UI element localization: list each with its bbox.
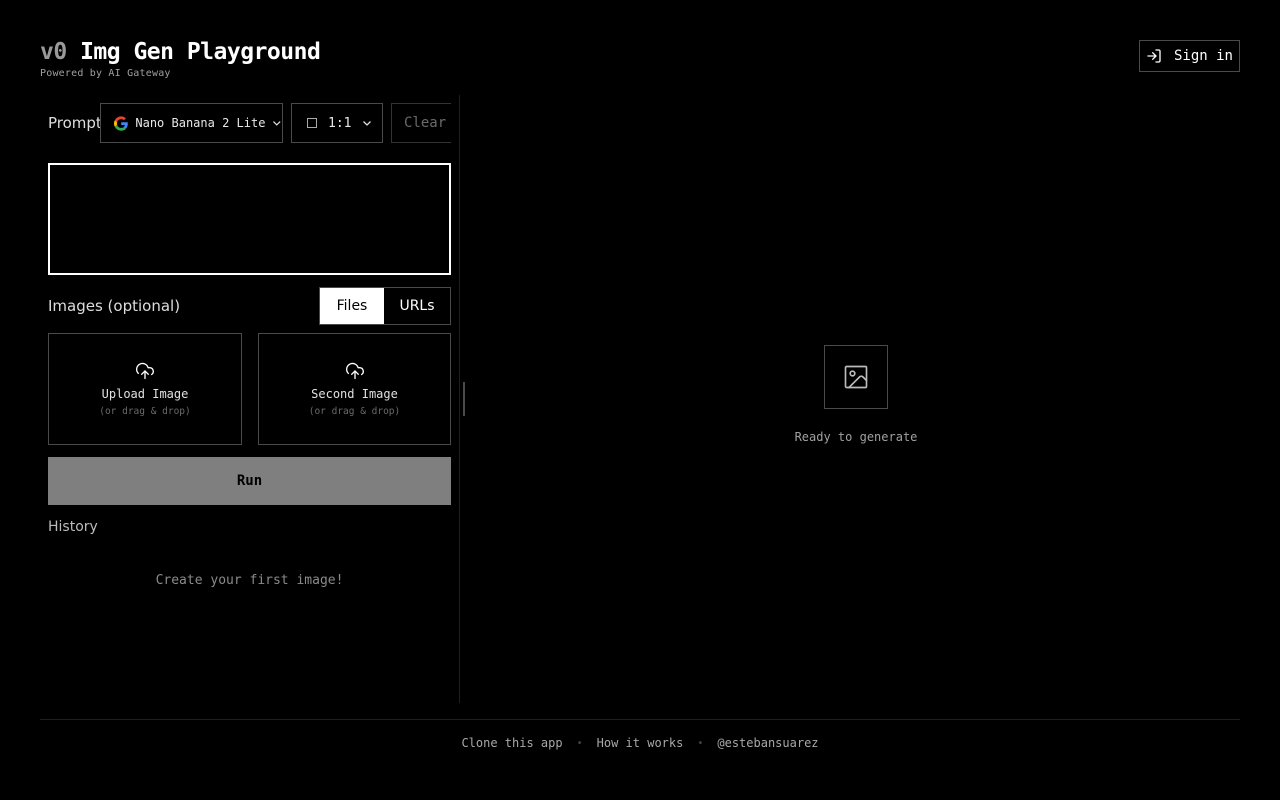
app-header: v0 Img Gen Playground Powered by AI Gate…	[40, 38, 321, 79]
panel-divider	[459, 95, 460, 703]
chevron-down-icon	[363, 121, 372, 126]
how-it-works-link[interactable]: How it works	[597, 736, 684, 750]
upload-cloud-icon	[136, 362, 154, 380]
prompt-toolbar: Prompt Nano Banana 2 Lite 1:1 Clear	[48, 103, 451, 143]
sign-in-button[interactable]: Sign in	[1139, 40, 1240, 72]
images-label: Images (optional)	[48, 297, 181, 315]
aspect-ratio-label: 1:1	[328, 115, 352, 131]
prompt-label: Prompt	[48, 114, 102, 132]
app-title: v0 Img Gen Playground	[40, 38, 321, 66]
upload-hint: (or drag & drop)	[308, 406, 401, 417]
images-row: Images (optional) Files URLs	[48, 287, 451, 325]
chevron-down-icon	[273, 121, 282, 126]
preview-status: Ready to generate	[794, 430, 918, 444]
upload-title: Second Image	[311, 387, 398, 401]
clear-button[interactable]: Clear	[391, 103, 451, 143]
upload-title: Upload Image	[101, 387, 189, 401]
clone-app-link[interactable]: Clone this app	[461, 736, 562, 750]
google-icon	[114, 115, 128, 131]
upload-image-dropzone[interactable]: Upload Image (or drag & drop)	[48, 333, 242, 445]
image-placeholder	[824, 345, 888, 409]
model-select[interactable]: Nano Banana 2 Lite	[100, 103, 283, 143]
footer-separator: •	[697, 737, 704, 749]
author-link[interactable]: @estebansuarez	[717, 736, 818, 750]
app-title-text: Img Gen Playground	[80, 39, 321, 65]
history-empty-message: Create your first image!	[155, 573, 344, 588]
brand-logo: v0	[40, 39, 67, 65]
upload-cloud-icon	[345, 362, 364, 380]
aspect-ratio-select[interactable]: 1:1	[291, 103, 383, 143]
footer-separator: •	[576, 737, 583, 749]
footer-divider	[40, 719, 1240, 720]
powered-by: Powered by AI Gateway	[40, 68, 171, 79]
history-heading: History	[48, 519, 98, 535]
second-image-dropzone[interactable]: Second Image (or drag & drop)	[258, 333, 451, 445]
image-icon	[844, 365, 868, 389]
sign-in-icon	[1147, 49, 1161, 63]
tab-files[interactable]: Files	[320, 288, 384, 324]
tab-urls[interactable]: URLs	[384, 288, 450, 324]
run-button[interactable]: Run	[48, 457, 451, 505]
upload-hint: (or drag & drop)	[99, 406, 191, 417]
model-label: Nano Banana 2 Lite	[135, 116, 266, 130]
image-source-tabs: Files URLs	[319, 287, 451, 325]
sign-in-label: Sign in	[1173, 48, 1233, 64]
left-panel: Prompt Nano Banana 2 Lite 1:1 Clear Imag…	[48, 103, 451, 588]
prompt-input[interactable]	[48, 163, 451, 275]
footer: Clone this app • How it works • @esteban…	[0, 736, 1280, 750]
square-icon	[307, 118, 317, 128]
resize-handle[interactable]	[463, 382, 465, 416]
